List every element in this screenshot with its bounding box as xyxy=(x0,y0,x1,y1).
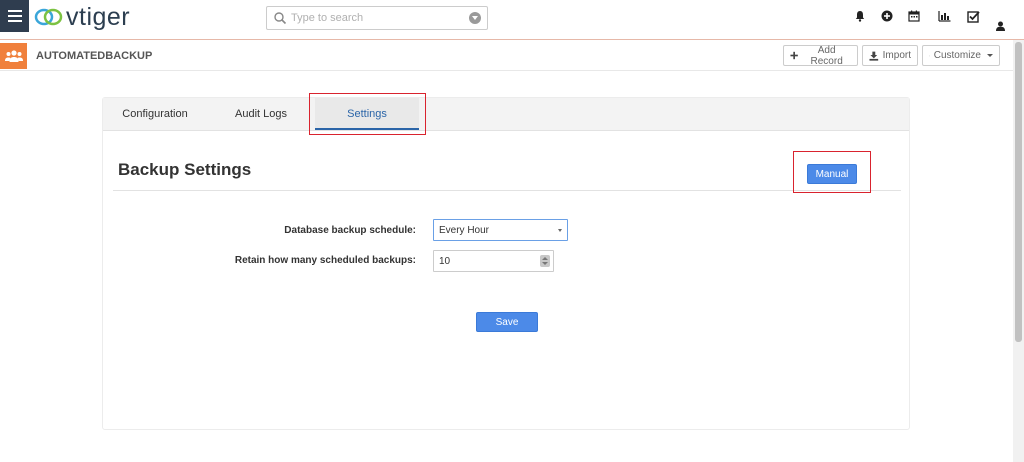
plus-icon xyxy=(790,51,798,60)
search-icon xyxy=(274,12,287,25)
calendar-icon[interactable] xyxy=(906,8,922,24)
caret-down-icon xyxy=(987,54,993,57)
retain-label: Retain how many scheduled backups: xyxy=(234,255,416,266)
app-logo[interactable]: vtiger xyxy=(34,3,130,31)
tab-configuration[interactable]: Configuration xyxy=(111,98,199,130)
spinner-icon[interactable] xyxy=(540,255,550,267)
vtiger-logo-icon xyxy=(34,8,63,26)
page-title: Backup Settings xyxy=(118,160,252,179)
tab-bar: Configuration Audit Logs Settings xyxy=(103,98,909,131)
manual-button-highlight xyxy=(793,151,871,193)
module-header: AUTOMATEDBACKUP Add Record Import Custom… xyxy=(0,41,1024,71)
tab-audit-logs[interactable]: Audit Logs xyxy=(219,98,303,130)
top-navbar: vtiger xyxy=(0,0,1024,40)
save-button[interactable]: Save xyxy=(476,312,538,332)
download-icon xyxy=(869,51,879,61)
settings-tab-highlight xyxy=(309,93,426,135)
schedule-select[interactable]: Every Hour xyxy=(433,219,568,241)
menu-icon[interactable] xyxy=(0,0,29,32)
logo-text: vtiger xyxy=(66,2,131,31)
retain-stepper[interactable]: 10 xyxy=(433,250,554,272)
users-icon xyxy=(0,43,27,69)
user-icon[interactable] xyxy=(992,18,1008,34)
import-button[interactable]: Import xyxy=(862,45,918,66)
settings-card: Configuration Audit Logs Settings Backup… xyxy=(102,93,910,430)
caret-down-icon xyxy=(558,229,562,232)
wrench-icon xyxy=(929,55,930,56)
search-input[interactable] xyxy=(287,12,467,24)
divider xyxy=(113,190,901,191)
checkbox-icon[interactable] xyxy=(965,8,981,24)
chevron-down-icon[interactable] xyxy=(469,12,481,24)
schedule-label: Database backup schedule: xyxy=(284,225,416,236)
plus-circle-icon[interactable] xyxy=(879,8,895,24)
add-record-button[interactable]: Add Record xyxy=(783,45,858,67)
page-scrollbar[interactable] xyxy=(1013,40,1024,462)
scrollbar-thumb[interactable] xyxy=(1015,42,1022,342)
customize-button[interactable]: Customize xyxy=(922,45,1000,66)
module-title: AUTOMATEDBACKUP xyxy=(36,50,153,62)
global-search[interactable] xyxy=(266,6,488,30)
bell-icon[interactable] xyxy=(852,8,868,24)
bar-chart-icon[interactable] xyxy=(936,8,952,24)
